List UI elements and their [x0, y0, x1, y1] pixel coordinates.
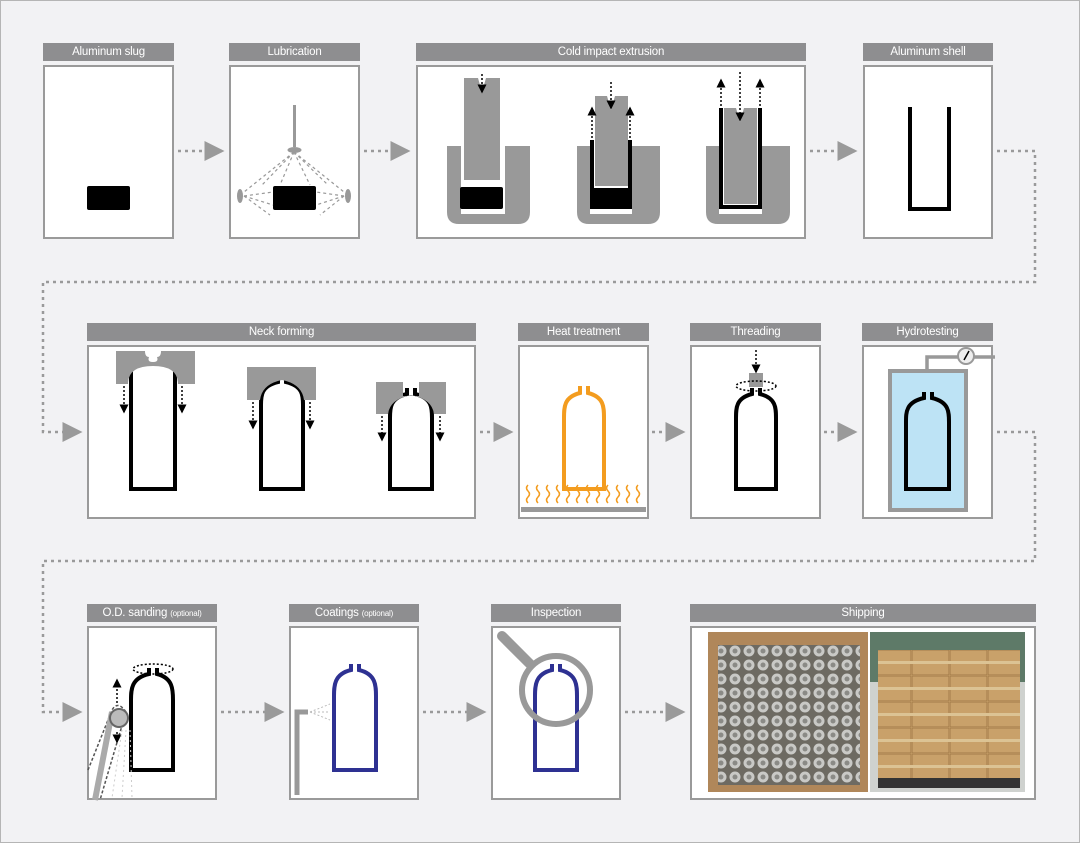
rotation-arrow-icon: [132, 663, 174, 675]
magnifier-icon: [519, 653, 593, 727]
hydrotesting-illustration: [888, 347, 995, 512]
extrusion-stage-3: [706, 72, 790, 224]
orange-cylinder: [562, 386, 606, 491]
magnifier-handle: [497, 631, 535, 669]
extrusion-stage-2: [577, 82, 660, 224]
heat-treatment-illustration: [521, 386, 646, 512]
spray-gun-icon: [294, 709, 308, 795]
extrusion-stage-1: [447, 74, 530, 224]
aluminum-slug-block: [87, 186, 130, 210]
neck-forming-stage-1: [116, 351, 195, 491]
neck-forming-stage-3: [376, 382, 446, 491]
flow-connectors: [41, 141, 1037, 722]
coated-cylinder: [332, 664, 378, 772]
process-illustrations: [41, 72, 1037, 801]
shipping-photo-cartons-of-cans: [708, 632, 868, 792]
lubrication-spray: [237, 105, 351, 216]
aluminum-shell: [908, 107, 951, 211]
flow-arrow: [41, 149, 1037, 442]
od-sanding-illustration: [87, 663, 175, 801]
threading-die: [749, 373, 763, 387]
shipping-photo-palletized-boxes: [870, 632, 1025, 792]
coatings-illustration: [294, 664, 378, 795]
inspection-illustration: [497, 631, 593, 772]
aluminum-slug-block: [273, 186, 316, 210]
heating-plate: [521, 507, 646, 512]
sanding-wheel-icon: [109, 708, 129, 728]
threading-illustration: [734, 350, 778, 491]
neck-forming-stage-2: [247, 367, 316, 491]
